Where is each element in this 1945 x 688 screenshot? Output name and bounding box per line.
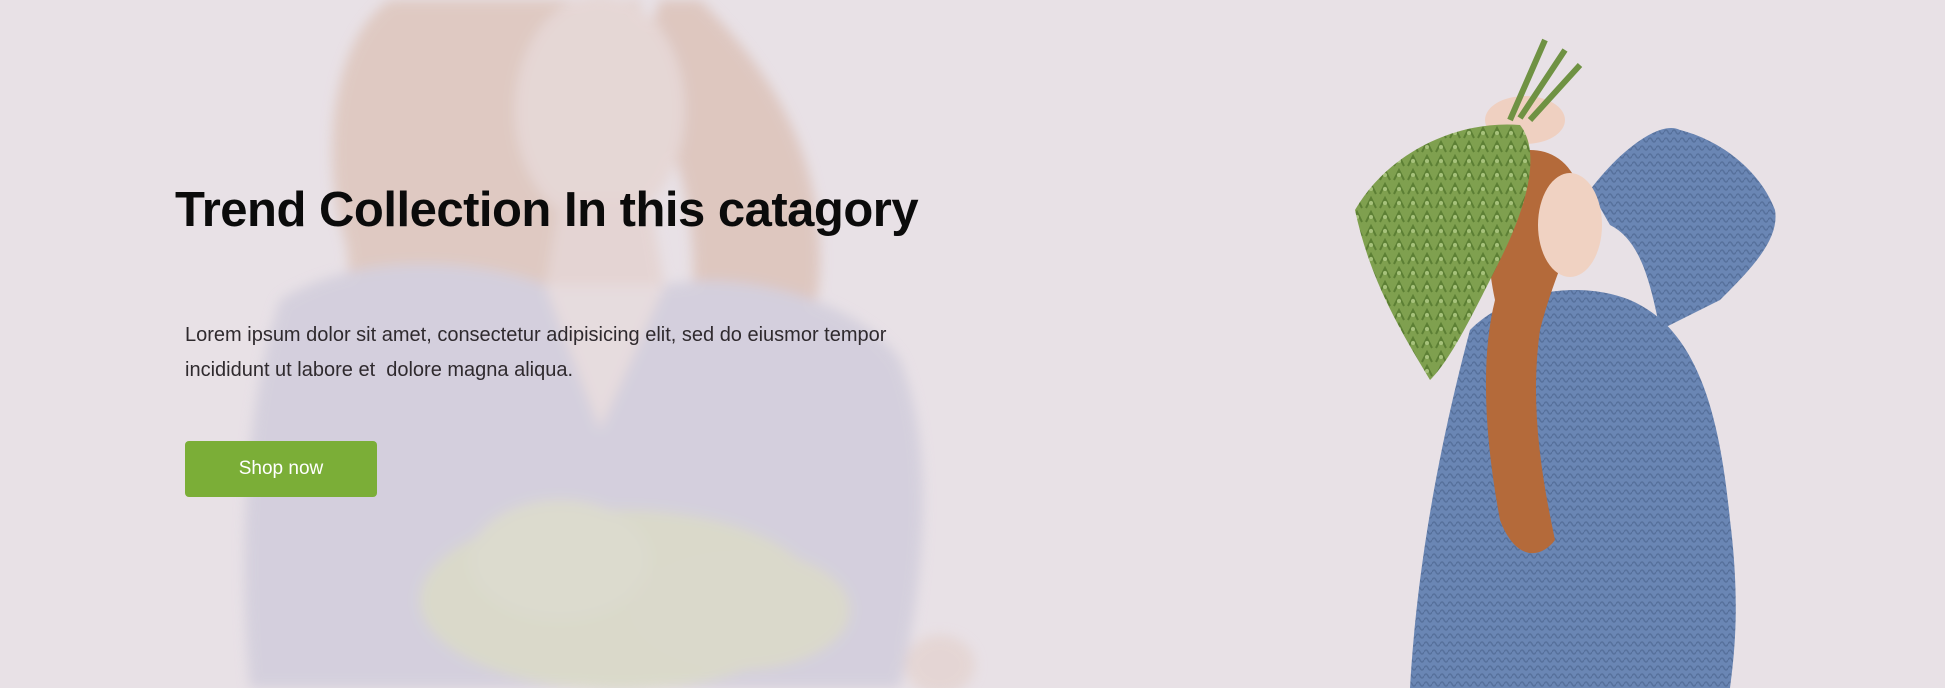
hero-banner: Trend Collection In this catagory Lorem … xyxy=(0,0,1945,688)
hero-title: Trend Collection In this catagory xyxy=(175,183,919,237)
model-image xyxy=(1355,38,1776,688)
shop-now-button[interactable]: Shop now xyxy=(185,441,377,497)
hero-description: Lorem ipsum dolor sit amet, consectetur … xyxy=(185,324,887,381)
